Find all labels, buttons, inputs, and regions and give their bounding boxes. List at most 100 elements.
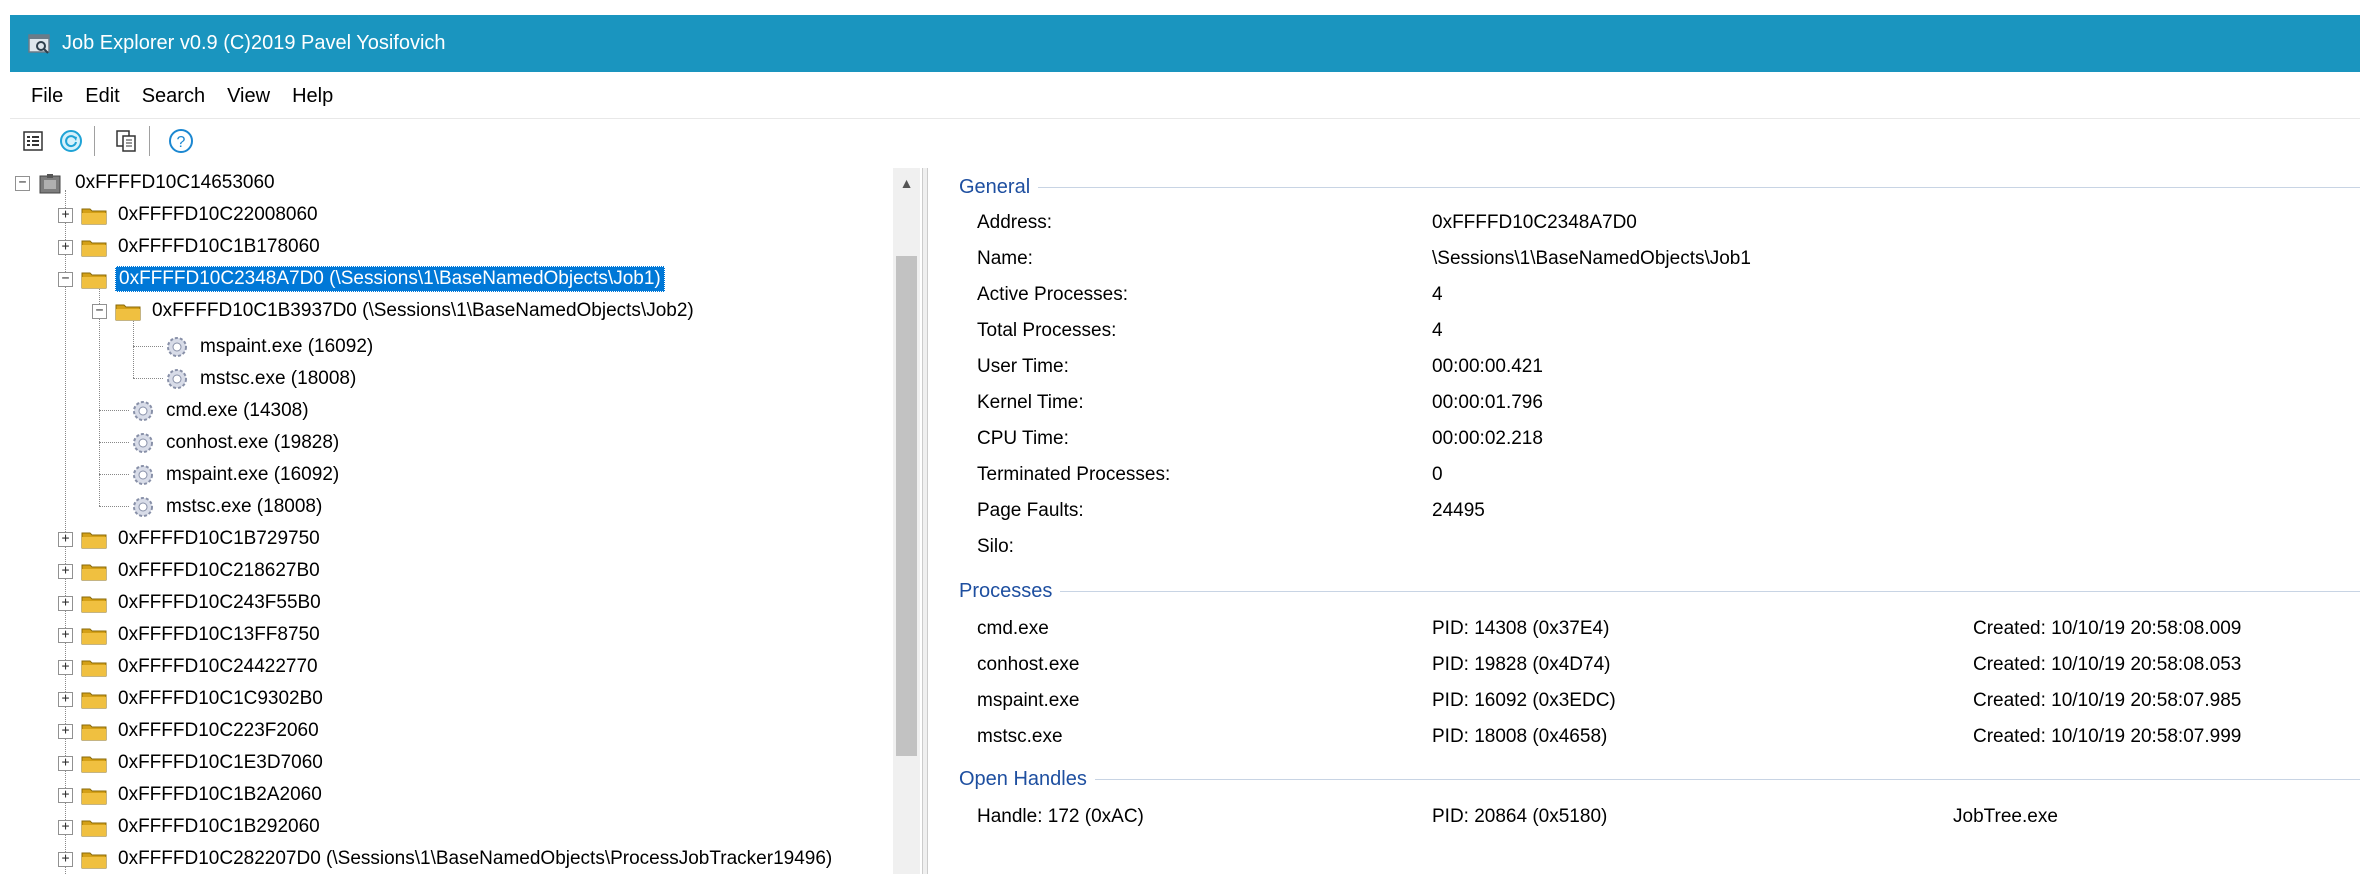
prop-value: 00:00:01.796: [1432, 392, 1543, 413]
group-processes: Processes: [935, 576, 2360, 606]
prop-label: Terminated Processes:: [977, 464, 1171, 485]
folder-icon: [81, 561, 107, 581]
folder-icon: [81, 849, 107, 869]
tree-item-job[interactable]: + 0xFFFFD10C22008060: [58, 200, 321, 230]
tree-item-job[interactable]: + 0xFFFFD10C13FF8750: [58, 620, 323, 650]
tree-item-label: 0xFFFFD10C1B178060: [118, 236, 320, 257]
tree-item-job[interactable]: + 0xFFFFD10C24422770: [58, 652, 321, 682]
expand-icon[interactable]: +: [58, 787, 73, 803]
refresh-icon[interactable]: [56, 126, 86, 156]
tree-item-process[interactable]: mspaint.exe (16092): [165, 332, 376, 362]
menu-edit[interactable]: Edit: [81, 85, 123, 108]
expand-icon[interactable]: +: [58, 595, 73, 611]
toolbar: ?: [10, 118, 2360, 163]
prop-label: Address:: [977, 212, 1052, 233]
process-created: Created: 10/10/19 20:58:07.985: [1973, 690, 2242, 711]
tree-root[interactable]: − 0xFFFFD10C14653060: [15, 168, 278, 198]
app-icon: [28, 33, 50, 55]
tree-item-label: 0xFFFFD10C1C9302B0: [118, 688, 323, 709]
tree-item-job[interactable]: + 0xFFFFD10C223F2060: [58, 716, 322, 746]
tree-connector: [99, 474, 129, 475]
tree-item-label: 0xFFFFD10C1B729750: [118, 528, 320, 549]
tree-item-job[interactable]: + 0xFFFFD10C1B178060: [58, 232, 323, 262]
process-name[interactable]: conhost.exe: [977, 650, 1079, 680]
tree-item-process[interactable]: conhost.exe (19828): [131, 428, 342, 458]
menu-search[interactable]: Search: [138, 85, 209, 108]
handle-value: Handle: 172 (0xAC): [977, 806, 1144, 827]
folder-icon: [81, 625, 107, 645]
tree-item-label: 0xFFFFD10C218627B0: [118, 560, 320, 581]
scroll-up-arrow-icon[interactable]: ▲: [893, 168, 920, 198]
prop-value: 00:00:00.421: [1432, 356, 1543, 377]
folder-icon: [81, 529, 107, 549]
prop-label: Silo:: [977, 536, 1014, 557]
tree-item-job[interactable]: + 0xFFFFD10C1C9302B0: [58, 684, 326, 714]
copy-icon[interactable]: [111, 126, 141, 156]
tree-item-label: mspaint.exe (16092): [200, 336, 374, 357]
job-tree[interactable]: − 0xFFFFD10C14653060 + 0xFFFFD10C2200806…: [15, 168, 920, 874]
tree-item-job[interactable]: + 0xFFFFD10C282207D0 (\Sessions\1\BaseNa…: [58, 844, 835, 874]
process-created: Created: 10/10/19 20:58:08.009: [1973, 618, 2242, 639]
tree-item-job-selected[interactable]: − 0xFFFFD10C2348A7D0 (\Sessions\1\BaseNa…: [58, 264, 665, 294]
tree-item-job[interactable]: + 0xFFFFD10C1B2A2060: [58, 780, 325, 810]
collapse-icon[interactable]: −: [15, 175, 30, 191]
group-divider: [1094, 778, 2360, 780]
toolbar-separator: [94, 126, 95, 156]
prop-value: \Sessions\1\BaseNamedObjects\Job1: [1432, 248, 1751, 269]
tree-item-job[interactable]: + 0xFFFFD10C1B729750: [58, 524, 323, 554]
tree-connector: [99, 442, 129, 443]
title-bar: Job Explorer v0.9 (C)2019 Pavel Yosifovi…: [10, 15, 2360, 72]
properties-icon[interactable]: [18, 126, 48, 156]
folder-icon: [81, 753, 107, 773]
collapse-icon[interactable]: −: [92, 303, 107, 319]
expand-icon[interactable]: +: [58, 239, 73, 255]
prop-label: Total Processes:: [977, 320, 1117, 341]
prop-label: Kernel Time:: [977, 392, 1084, 413]
expand-icon[interactable]: +: [58, 819, 73, 835]
expand-icon[interactable]: +: [58, 207, 73, 223]
tree-item-job[interactable]: + 0xFFFFD10C243F55B0: [58, 588, 324, 618]
expand-icon[interactable]: +: [58, 531, 73, 547]
tree-item-job[interactable]: + 0xFFFFD10C1E3D7060: [58, 748, 326, 778]
menu-help[interactable]: Help: [288, 85, 337, 108]
menu-file[interactable]: File: [27, 85, 67, 108]
tree-item-process[interactable]: mspaint.exe (16092): [131, 460, 342, 490]
job-root-icon: [38, 173, 64, 194]
process-name[interactable]: mspaint.exe: [977, 686, 1079, 716]
tree-item-process[interactable]: mstsc.exe (18008): [131, 492, 325, 522]
pane-splitter[interactable]: [922, 168, 928, 874]
expand-icon[interactable]: +: [58, 723, 73, 739]
menu-view[interactable]: View: [223, 85, 274, 108]
tree-item-job[interactable]: + 0xFFFFD10C218627B0: [58, 556, 323, 586]
tree-item-job[interactable]: − 0xFFFFD10C1B3937D0 (\Sessions\1\BaseNa…: [92, 296, 697, 326]
scroll-thumb[interactable]: [896, 256, 917, 756]
tree-item-label: 0xFFFFD10C282207D0 (\Sessions\1\BaseName…: [118, 848, 833, 869]
collapse-icon[interactable]: −: [58, 271, 73, 287]
tree-item-label: 0xFFFFD10C14653060: [75, 172, 275, 193]
toolbar-separator: [149, 126, 150, 156]
handle-process[interactable]: JobTree.exe: [1953, 802, 2058, 832]
expand-icon[interactable]: +: [58, 627, 73, 643]
tree-item-label: 0xFFFFD10C1B292060: [118, 816, 320, 837]
prop-label: Page Faults:: [977, 500, 1084, 521]
tree-item-label: mstsc.exe (18008): [166, 496, 323, 517]
expand-icon[interactable]: +: [58, 563, 73, 579]
group-divider: [1038, 186, 2360, 188]
expand-icon[interactable]: +: [58, 851, 73, 867]
tree-item-process[interactable]: mstsc.exe (18008): [165, 364, 359, 394]
process-pid: PID: 14308 (0x37E4): [1432, 618, 1610, 639]
help-icon[interactable]: ?: [166, 126, 196, 156]
tree-scrollbar[interactable]: ▲: [893, 168, 920, 874]
process-name[interactable]: cmd.exe: [977, 614, 1049, 644]
expand-icon[interactable]: +: [58, 659, 73, 675]
tree-item-job[interactable]: + 0xFFFFD10C1B292060: [58, 812, 323, 842]
tree-item-label: cmd.exe (14308): [166, 400, 309, 421]
process-name[interactable]: mstsc.exe: [977, 722, 1063, 752]
tree-connector: [133, 378, 163, 379]
process-icon: [165, 367, 189, 391]
group-open-handles: Open Handles: [935, 764, 2360, 794]
expand-icon[interactable]: +: [58, 755, 73, 771]
tree-item-process[interactable]: cmd.exe (14308): [131, 396, 312, 426]
expand-icon[interactable]: +: [58, 691, 73, 707]
prop-label: User Time:: [977, 356, 1069, 377]
